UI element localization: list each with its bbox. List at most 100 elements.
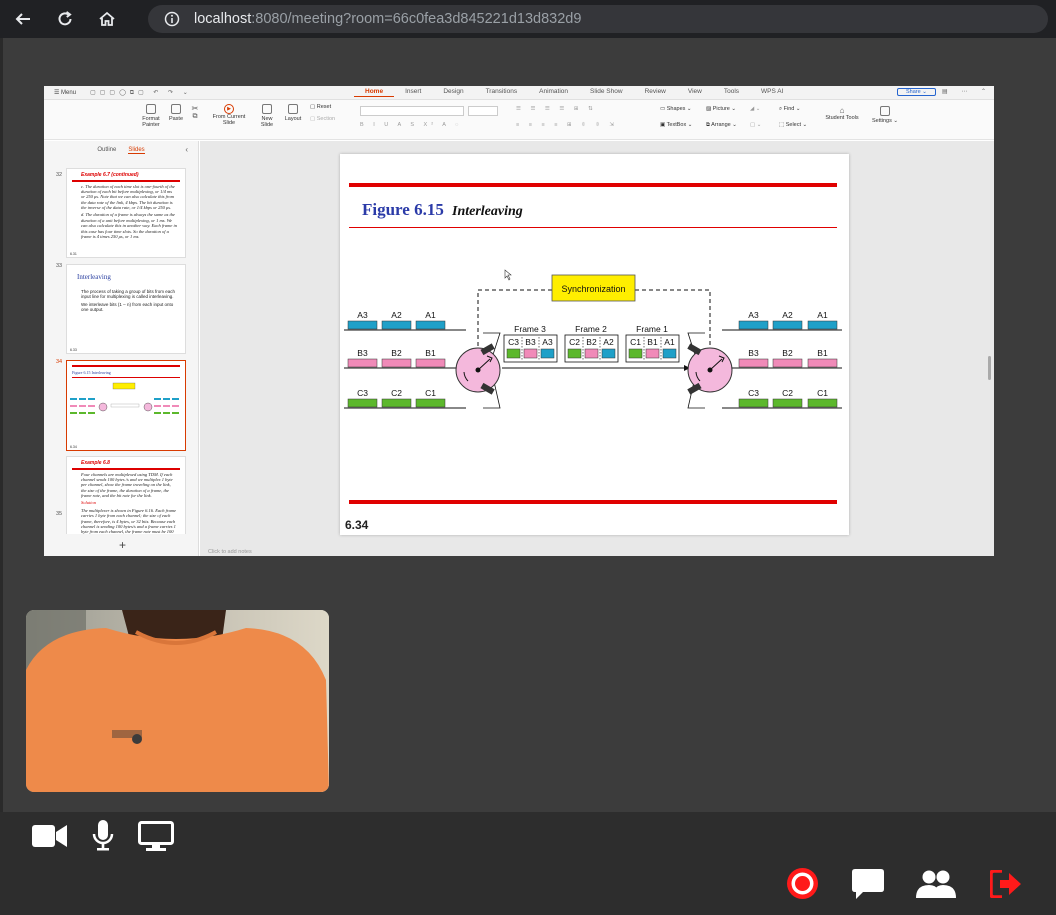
ribbon-tab-review[interactable]: Review <box>634 87 677 97</box>
from-current-slide-button[interactable]: ▶ From Current Slide <box>212 104 246 126</box>
browser-toolbar: localhost:8080/meeting?room=66c0fea3d845… <box>0 0 1056 38</box>
student-tools-button[interactable]: ⌂ Student Tools <box>822 106 862 121</box>
app-menu-button[interactable]: ☰ Menu <box>54 89 76 96</box>
app-menu-label: Menu <box>61 90 77 96</box>
address-bar[interactable]: localhost:8080/meeting?room=66c0fea3d845… <box>148 5 1048 33</box>
input-bit-b <box>347 358 378 368</box>
frame-slot-b <box>645 348 660 359</box>
select-button[interactable]: ⬚ Select ⌄ <box>779 122 807 128</box>
from-current-slide-label: From Current Slide <box>212 114 246 127</box>
textbox-label: TextBox <box>666 122 687 128</box>
window-controls[interactable]: ▤ ⋯ ⌃ <box>942 88 992 95</box>
slide-thumbnail-35[interactable]: Example 6.8 Four channels are multiplexe… <box>66 456 186 534</box>
camera-toggle-button[interactable] <box>32 823 68 849</box>
back-button[interactable] <box>12 8 34 30</box>
slot-label: B3 <box>525 337 536 347</box>
outline-button[interactable]: ▢ ⌄ <box>750 122 761 128</box>
section-button[interactable]: ▢ Section <box>310 116 335 122</box>
slot-label: C1 <box>630 337 641 347</box>
font-family-select[interactable] <box>360 106 464 116</box>
thumb-footer: 6.34 <box>70 445 77 449</box>
ribbon-tab-slide-show[interactable]: Slide Show <box>579 87 634 97</box>
participants-button[interactable] <box>916 870 956 898</box>
thumb-bullet: Four channels are multiplexed using TDM.… <box>81 471 173 499</box>
paste-button[interactable]: Paste <box>166 104 186 122</box>
ribbon-tab-tools[interactable]: Tools <box>713 87 750 97</box>
slide-thumbnail-33[interactable]: Interleaving The process of taking a gro… <box>66 264 186 354</box>
ribbon-tab-transitions[interactable]: Transitions <box>475 87 529 97</box>
thumb-title: Figure 6.15 Interleaving <box>72 369 111 375</box>
picture-label: Picture <box>712 106 730 112</box>
fill-button[interactable]: ◢ ⌄ <box>750 106 760 112</box>
thumb-bullet: We interleave bits (1 – n) from each inp… <box>81 301 174 313</box>
play-icon: ▶ <box>224 104 234 114</box>
settings-button[interactable]: Settings ⌄ <box>870 106 900 124</box>
canvas-scrollbar[interactable] <box>988 356 991 380</box>
font-format-buttons[interactable]: B I U A S X² A ◌ <box>360 122 462 128</box>
new-slide-icon <box>262 104 272 114</box>
leave-call-button[interactable] <box>990 870 1022 898</box>
new-slide-button[interactable]: New Slide <box>256 104 278 128</box>
collapse-pane-icon[interactable]: ‹ <box>185 145 188 154</box>
ribbon-tab-wps-ai[interactable]: WPS AI <box>750 87 794 97</box>
ribbon-tab-view[interactable]: View <box>677 87 713 97</box>
info-icon[interactable] <box>164 11 180 27</box>
leave-icon <box>990 870 1021 898</box>
reload-button[interactable] <box>54 8 76 30</box>
paragraph-buttons[interactable]: ☰ ☰ ☰ ☰ ⊞ ⇅ <box>516 106 597 112</box>
frame-slot-c <box>628 348 643 359</box>
alignment-buttons[interactable]: ≡ ≡ ≡ ≡ ⊞ ⇳ ⇳ ⇲ <box>516 122 618 128</box>
notes-placeholder[interactable]: Click to add notes <box>208 549 252 555</box>
share-label: Share <box>906 89 921 95</box>
format-painter-button[interactable]: Format Painter <box>140 104 162 128</box>
home-button[interactable] <box>96 8 118 30</box>
microphone-toggle-button[interactable] <box>92 820 114 852</box>
screen-share-button[interactable] <box>138 821 174 851</box>
input-bit-b <box>415 358 446 368</box>
slot-label: A1 <box>664 337 675 347</box>
layout-button[interactable]: Layout <box>280 104 306 122</box>
reset-button[interactable]: ▢ Reset <box>310 104 335 110</box>
ribbon-tab-animation[interactable]: Animation <box>528 87 579 97</box>
shapes-button[interactable]: ▭ Shapes ⌄ <box>660 106 692 112</box>
call-controls-bar <box>0 812 1056 915</box>
arrange-button[interactable]: ⧉ Arrange ⌄ <box>706 122 737 129</box>
input-bit-b <box>381 358 412 368</box>
video-camera-icon <box>32 825 67 847</box>
slot-label: B2 <box>586 337 597 347</box>
chat-icon <box>852 869 884 899</box>
ribbon-tab-home[interactable]: Home <box>354 87 395 97</box>
output-bit-c <box>738 398 769 408</box>
output-bit-label: A3 <box>748 310 759 320</box>
ribbon-tab-insert[interactable]: Insert <box>394 87 432 97</box>
quick-access-icons[interactable]: ▢▢▢◯⧉▢ ↶ ↷ ⌄ <box>90 89 192 97</box>
cut-copy-buttons[interactable]: ✂ ⧉ <box>188 104 202 121</box>
outline-tab[interactable]: Outline <box>97 147 116 153</box>
find-button[interactable]: ⌕ Find ⌄ <box>779 106 800 113</box>
reset-label: Reset <box>316 104 332 110</box>
record-button[interactable] <box>787 868 818 899</box>
paste-label: Paste <box>168 116 184 122</box>
title-underline <box>349 227 837 228</box>
section-label: Section <box>316 116 336 122</box>
thumb-number: 32 <box>56 172 63 178</box>
font-size-select[interactable] <box>468 106 498 116</box>
slide-thumbnail-32[interactable]: Example 6.7 (continued) c. The duration … <box>66 168 186 258</box>
slides-tab[interactable]: Slides <box>128 147 145 154</box>
input-bit-label: C1 <box>425 388 436 398</box>
picture-button[interactable]: ▨ Picture ⌄ <box>706 106 736 112</box>
output-bit-b <box>807 358 838 368</box>
add-slide-icon[interactable]: + <box>119 538 126 552</box>
ribbon-tab-design[interactable]: Design <box>432 87 474 97</box>
share-button[interactable]: Share ⌄ <box>897 88 936 96</box>
url-path: :8080/meeting?room=66c0fea3d845221d13d83… <box>251 11 582 27</box>
current-slide[interactable]: Figure 6.15 Interleaving Synchronization <box>340 154 849 535</box>
textbox-button[interactable]: ▣ TextBox ⌄ <box>660 122 692 128</box>
thumb-bullet: The process of taking a group of bits fr… <box>81 289 176 300</box>
chat-button[interactable] <box>851 868 885 900</box>
frame-slot-c <box>567 348 582 359</box>
layout-label: Layout <box>284 116 302 122</box>
slide-thumbnail-34[interactable]: Figure 6.15 Interleaving 6.34 <box>66 360 186 451</box>
slide-canvas: Figure 6.15 Interleaving Synchronization <box>200 141 994 556</box>
brush-icon <box>146 104 156 114</box>
